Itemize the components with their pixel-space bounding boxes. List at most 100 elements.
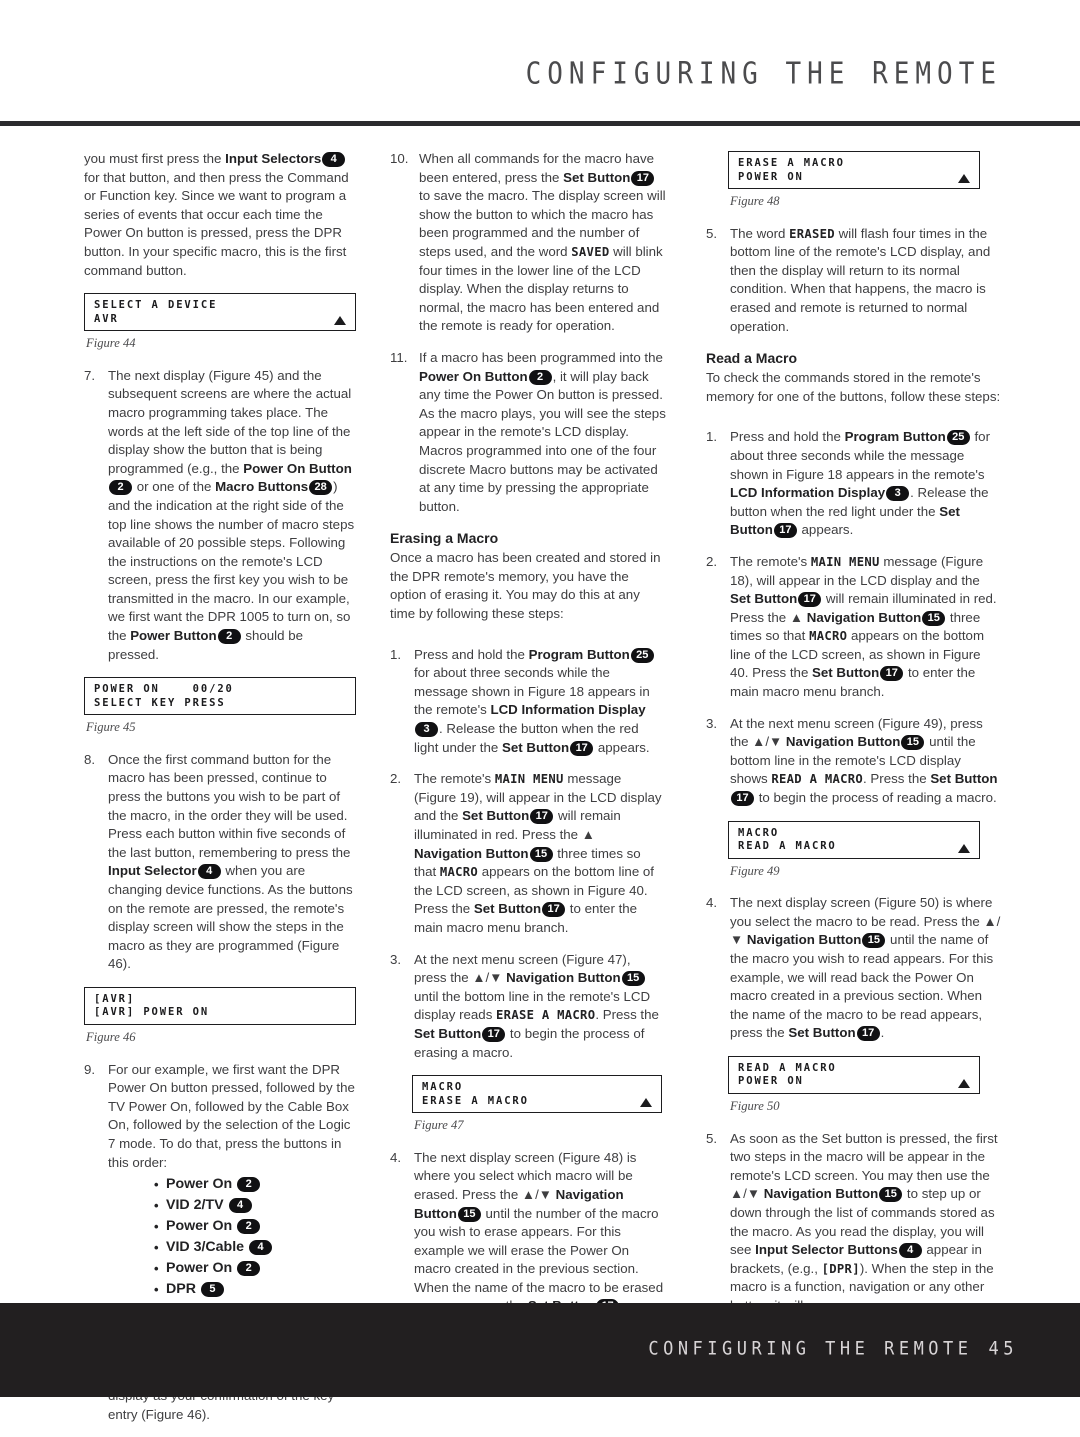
column-three: ERASE A MACRO POWER ON Figure 48 5. The …: [706, 150, 1002, 1329]
item8-text-a: Once the first command button for the ma…: [108, 751, 351, 860]
step1-text-a: Press and hold the: [414, 646, 529, 662]
item7-text-c: ) and the indication at the right side o…: [108, 479, 355, 644]
set-button-label: Set Button: [930, 771, 998, 787]
lcd-line-2: READ A MACRO: [738, 840, 837, 853]
lcd-line-1: POWER ON 00/20: [94, 683, 234, 696]
callout-badge: 2: [237, 1177, 261, 1193]
callout-badge: 15: [922, 610, 946, 626]
callout-badge: 5: [200, 1282, 224, 1298]
callout-badge: 17: [798, 592, 822, 608]
list-item: VID 2/TV 4: [154, 1195, 356, 1216]
callout-badge: 4: [249, 1240, 273, 1256]
set-button-label: Set Button: [563, 169, 631, 185]
lcd-word-erased: ERASED: [789, 226, 835, 241]
lcd-line-1: SELECT A DEVICE: [94, 299, 218, 312]
erase-step-5: 5. The word ERASED will flash four times…: [706, 225, 1002, 337]
callout-badge: 4: [228, 1198, 252, 1214]
step5-text-a: The word: [730, 225, 790, 241]
page-footer: CONFIGURING THE REMOTE 45: [0, 1303, 1080, 1397]
set-button-label: Set Button: [462, 808, 530, 824]
lcd-information-display-label: LCD Information Display: [490, 702, 646, 718]
power-button-label: Power Button: [130, 628, 217, 644]
list-item: VID 3/Cable 4: [154, 1237, 356, 1258]
section-heading-erasing-a-macro: Erasing a Macro: [390, 530, 499, 547]
figure-caption: Figure 46: [86, 1029, 136, 1044]
lcd-word-macro: MACRO: [809, 629, 848, 644]
callout-badge: 28: [309, 480, 333, 496]
figure-caption: Figure 50: [730, 1098, 780, 1113]
down-arrow-icon: [958, 1078, 970, 1088]
callout-badge: 17: [570, 740, 594, 756]
lcd-line-1: [AVR]: [94, 992, 136, 1005]
callout-badge: 4: [322, 152, 346, 167]
callout-badge: 2: [237, 1261, 261, 1277]
input-selector-buttons-label: Input Selector Buttons: [755, 1242, 898, 1258]
navigation-button-label: Navigation Button: [414, 845, 529, 861]
read-step-2: 2. The remote's MAIN MENU message (Figur…: [706, 553, 1002, 702]
macro-buttons-label: Macro Buttons: [215, 479, 309, 495]
footer-title: CONFIGURING THE REMOTE: [648, 1338, 973, 1360]
step2-text-a: The remote's: [414, 771, 495, 787]
lcd-display-45: POWER ON 00/20 SELECT KEY PRESS: [84, 677, 356, 716]
step3-text-c: . Press the: [595, 1007, 659, 1023]
input-selector-label: Input Selector: [108, 863, 197, 879]
down-arrow-icon: [958, 174, 970, 183]
lcd-word-erase-a-macro: ERASE A MACRO: [496, 1008, 596, 1023]
down-arrow-icon: [958, 843, 970, 853]
header-divider: [0, 121, 1080, 126]
callout-badge: 17: [631, 170, 655, 186]
list-number: 1.: [706, 429, 718, 445]
callout-badge: 15: [457, 1206, 481, 1222]
lcd-line-2: POWER ON: [738, 1075, 804, 1088]
callout-badge: 15: [879, 1187, 903, 1203]
callout-badge: 2: [237, 1219, 261, 1235]
list-number: 2.: [706, 553, 718, 569]
item7-text-b: or one of the: [133, 479, 216, 495]
figure-49: MACRO READ A MACRO Figure 49: [728, 820, 980, 881]
list-number: 9.: [84, 1061, 96, 1077]
lcd-line-2: ERASE A MACRO: [422, 1094, 529, 1107]
callout-badge: 15: [862, 933, 886, 949]
read-step-1: 1. Press and hold the Program Button 25 f…: [706, 428, 1002, 540]
step1-text-a: Press and hold the: [730, 429, 845, 445]
callout-badge: 25: [630, 647, 654, 663]
callout-badge: 15: [901, 735, 925, 751]
item11-text-b: , it will play back any time the Power O…: [419, 368, 666, 514]
lcd-word-main-menu: MAIN MENU: [494, 772, 564, 787]
lcd-display-47: MACRO ERASE A MACRO: [412, 1075, 662, 1114]
section-heading-read-a-macro: Read a Macro: [706, 350, 798, 367]
button-label: DPR: [166, 1281, 196, 1298]
list-number: 4.: [706, 895, 718, 911]
set-button-label: Set Button: [501, 739, 570, 755]
lcd-display-44: SELECT A DEVICE AVR: [84, 293, 356, 332]
figure-caption: Figure 47: [414, 1118, 464, 1133]
callout-badge: 15: [621, 971, 645, 987]
set-button-label: Set Button: [788, 1025, 856, 1041]
item9-text-a: For our example, we first want the DPR P…: [108, 1061, 355, 1170]
callout-badge: 2: [109, 480, 132, 496]
navigation-button-label: Navigation Button: [806, 609, 922, 625]
input-selectors-label: Input Selectors: [225, 151, 322, 166]
down-arrow-icon: [334, 316, 346, 326]
button-label: Power On: [166, 1176, 233, 1193]
figure-48: ERASE A MACRO POWER ON Figure 48: [728, 151, 980, 211]
figure-caption: Figure 48: [730, 194, 780, 208]
button-order-list: Power On 2 VID 2/TV 4 Power On 2 VID 3/C…: [108, 1174, 356, 1321]
list-number: 7.: [84, 367, 96, 383]
list-item-10: 10. When all commands for the macro have…: [390, 150, 666, 336]
step2-text-a: The remote's: [730, 553, 811, 569]
figure-caption: Figure 49: [730, 863, 780, 878]
list-number: 2.: [390, 771, 402, 787]
lcd-display-50: READ A MACRO POWER ON: [728, 1055, 980, 1094]
item11-text-a: If a macro has been programmed into the: [419, 349, 663, 365]
item8-text-b: when you are changing device functions. …: [108, 863, 353, 972]
intro-text-b: for that button, and then press the Comm…: [84, 169, 349, 278]
list-number: 3.: [390, 951, 402, 967]
lcd-line-1: READ A MACRO: [738, 1061, 837, 1074]
list-item-8: 8. Once the first command button for the…: [84, 751, 356, 974]
callout-badge: 3: [886, 486, 910, 502]
lcd-information-display-label: LCD Information Display: [730, 485, 886, 501]
lcd-line-1: ERASE A MACRO: [738, 157, 845, 169]
